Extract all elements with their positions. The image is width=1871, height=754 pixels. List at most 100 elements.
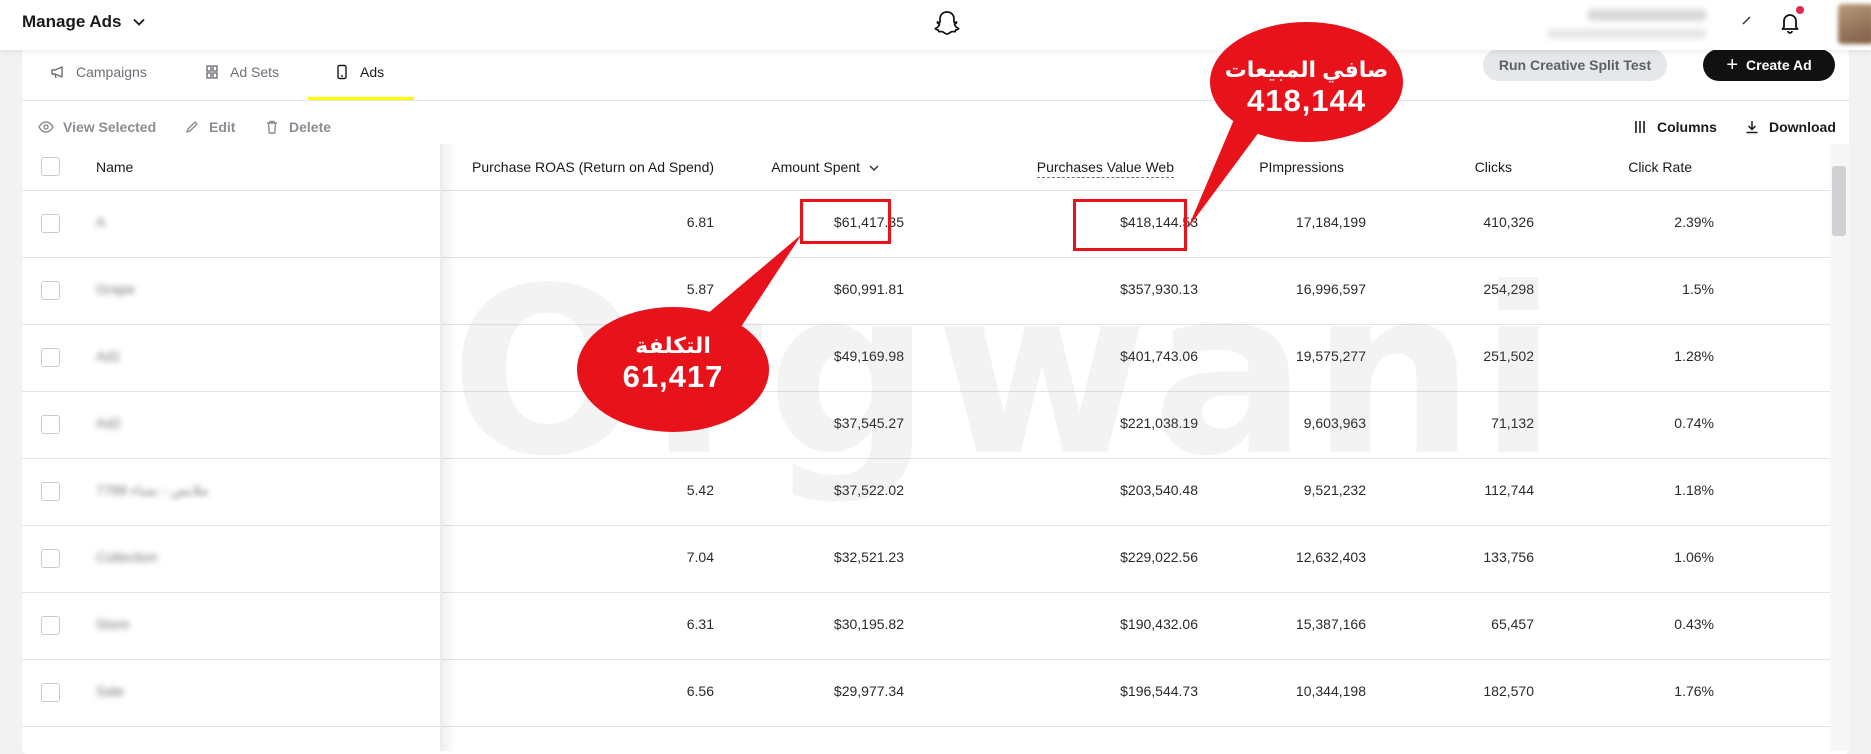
purchases-value-cell: $401,743.06 — [1120, 348, 1198, 364]
tab-label: Campaigns — [76, 64, 147, 80]
amount-spent-cell: $37,545.27 — [833, 415, 904, 431]
notification-dot — [1796, 6, 1804, 14]
account-chevron-icon[interactable] — [1740, 14, 1752, 26]
ad-name-cell[interactable]: Grape — [96, 281, 135, 297]
amount-spent-cell: $49,169.98 — [833, 348, 904, 364]
active-tab-indicator — [308, 97, 414, 100]
amount-spent-cell: $29,977.34 — [833, 683, 904, 699]
row-checkbox[interactable] — [41, 348, 60, 367]
table-header: Name Purchase ROAS (Return on Ad Spend) … — [22, 144, 1830, 191]
download-button[interactable]: Download — [1744, 119, 1836, 135]
purchases-value-cell: $229,022.56 — [1120, 549, 1198, 565]
ad-name-cell[interactable]: A — [96, 214, 105, 230]
delete-button[interactable]: Delete — [264, 119, 331, 135]
table-row[interactable]: Store 6.31 $30,195.82 $190,432.06 15,387,166… — [22, 592, 1830, 660]
row-checkbox[interactable] — [41, 214, 60, 233]
column-header-impressions[interactable]: PImpressions — [1212, 159, 1344, 175]
snapchat-ghost-logo[interactable] — [932, 9, 962, 39]
table-row[interactable]: Ad1 $49,169.98 $401,743.06 19,575,277 251,50… — [22, 324, 1830, 392]
ad-name-cell[interactable]: Ad2 — [96, 415, 121, 431]
cost-callout-label: التكلفة — [635, 333, 711, 358]
impressions-label-prefix: P — [1259, 159, 1269, 175]
tab-label: Ad Sets — [230, 64, 280, 80]
sales-callout-label: صافي المبيعات — [1224, 57, 1389, 82]
table-row[interactable]: A 6.81 $61,417.35 $418,144.53 17,184,199 410,… — [22, 190, 1830, 258]
clicks-cell: 251,502 — [1483, 348, 1534, 364]
column-header-name[interactable]: Name — [96, 159, 133, 175]
impressions-cell: 9,603,963 — [1303, 415, 1366, 431]
click-rate-cell: 1.18% — [1674, 482, 1714, 498]
impressions-cell: 19,575,277 — [1295, 348, 1366, 364]
account-switcher-blurred[interactable] — [1540, 5, 1715, 43]
avatar[interactable] — [1838, 4, 1871, 44]
row-checkbox[interactable] — [41, 616, 60, 635]
click-rate-cell: 1.5% — [1682, 281, 1714, 297]
tab-ad-sets[interactable]: Ad Sets — [204, 54, 279, 90]
table-row[interactable]: Grape 5.87 $60,991.81 $357,930.13 16,996,597… — [22, 257, 1830, 325]
column-header-roas[interactable]: Purchase ROAS (Return on Ad Spend) — [472, 159, 714, 175]
edit-label: Edit — [209, 119, 236, 135]
ad-name-cell[interactable]: Store — [96, 616, 129, 632]
purchases-value-cell: $190,432.06 — [1120, 616, 1198, 632]
ads-table: Name Purchase ROAS (Return on Ad Spend) … — [22, 144, 1830, 751]
column-header-click-rate[interactable]: Click Rate — [1562, 159, 1692, 175]
amount-spent-highlight-box — [800, 199, 891, 244]
view-selected-button[interactable]: View Selected — [38, 119, 156, 135]
roas-cell: 7.04 — [686, 549, 714, 565]
row-checkbox[interactable] — [41, 281, 60, 300]
columns-icon — [1635, 121, 1645, 133]
amount-spent-cell: $30,195.82 — [833, 616, 904, 632]
clicks-cell: 254,298 — [1483, 281, 1534, 297]
run-split-test-button[interactable]: Run Creative Split Test — [1483, 49, 1667, 81]
table-row[interactable]: ملابس - نساء 7788 5.42 $37,522.02 $203,540.… — [22, 458, 1830, 526]
impressions-label: Impressions — [1268, 159, 1344, 175]
impressions-cell: 12,632,403 — [1295, 549, 1366, 565]
row-checkbox[interactable] — [41, 482, 60, 501]
row-checkbox[interactable] — [41, 549, 60, 568]
table-row[interactable]: Sale 6.56 $29,977.34 $196,544.73 10,344,198 1… — [22, 659, 1830, 727]
row-checkbox[interactable] — [41, 683, 60, 702]
ad-name-cell[interactable]: ملابس - نساء 7788 — [96, 482, 208, 499]
view-selected-label: View Selected — [63, 119, 157, 135]
column-header-amount-spent[interactable]: Amount Spent — [762, 159, 880, 175]
grid-icon — [206, 65, 218, 79]
tab-campaigns[interactable]: Campaigns — [50, 54, 147, 90]
column-header-purchases-value[interactable]: Purchases Value Web — [1022, 159, 1174, 178]
ad-name-cell[interactable]: Sale — [96, 683, 124, 699]
impressions-cell: 10,344,198 — [1295, 683, 1366, 699]
roas-cell: 5.87 — [686, 281, 714, 297]
edit-button[interactable]: Edit — [184, 119, 235, 135]
clicks-cell: 71,132 — [1491, 415, 1534, 431]
impressions-cell: 16,996,597 — [1295, 281, 1366, 297]
select-all-checkbox[interactable] — [41, 157, 60, 176]
impressions-cell: 17,184,199 — [1295, 214, 1366, 230]
cost-callout-bubble: التكلفة 61,417 — [577, 307, 769, 432]
columns-button[interactable]: Columns — [1632, 119, 1717, 135]
clicks-cell: 182,570 — [1483, 683, 1534, 699]
ad-name-cell[interactable]: Collection — [96, 549, 157, 565]
phone-icon — [337, 64, 347, 80]
click-rate-cell: 2.39% — [1674, 214, 1714, 230]
impressions-cell: 9,521,232 — [1303, 482, 1366, 498]
click-rate-cell: 1.06% — [1674, 549, 1714, 565]
purchases-value-highlight-box — [1073, 199, 1187, 251]
scrollbar-thumb[interactable] — [1832, 166, 1846, 236]
tab-ads[interactable]: Ads — [334, 54, 384, 90]
purchases-value-cell: $196,544.73 — [1120, 683, 1198, 699]
roas-cell: 6.31 — [686, 616, 714, 632]
purchases-value-cell: $221,038.19 — [1120, 415, 1198, 431]
table-row[interactable]: Collection 7.04 $32,521.23 $229,022.56 12,63… — [22, 525, 1830, 593]
app-switcher[interactable]: Manage Ads — [22, 12, 146, 32]
row-checkbox[interactable] — [41, 415, 60, 434]
table-row[interactable]: Ad2 $37,545.27 $221,038.19 9,603,963 71,132 0… — [22, 391, 1830, 459]
column-header-clicks[interactable]: Clicks — [1402, 159, 1512, 175]
eye-icon — [38, 121, 54, 133]
top-bar: Manage Ads — [0, 0, 1871, 50]
create-ad-button[interactable]: + Create Ad — [1703, 49, 1835, 81]
roas-cell: 5.42 — [686, 482, 714, 498]
chevron-down-icon — [869, 165, 879, 172]
clicks-cell: 410,326 — [1483, 214, 1534, 230]
download-label: Download — [1769, 119, 1836, 135]
ad-name-cell[interactable]: Ad1 — [96, 348, 121, 364]
sales-callout-bubble: صافي المبيعات 418,144 — [1210, 22, 1403, 142]
